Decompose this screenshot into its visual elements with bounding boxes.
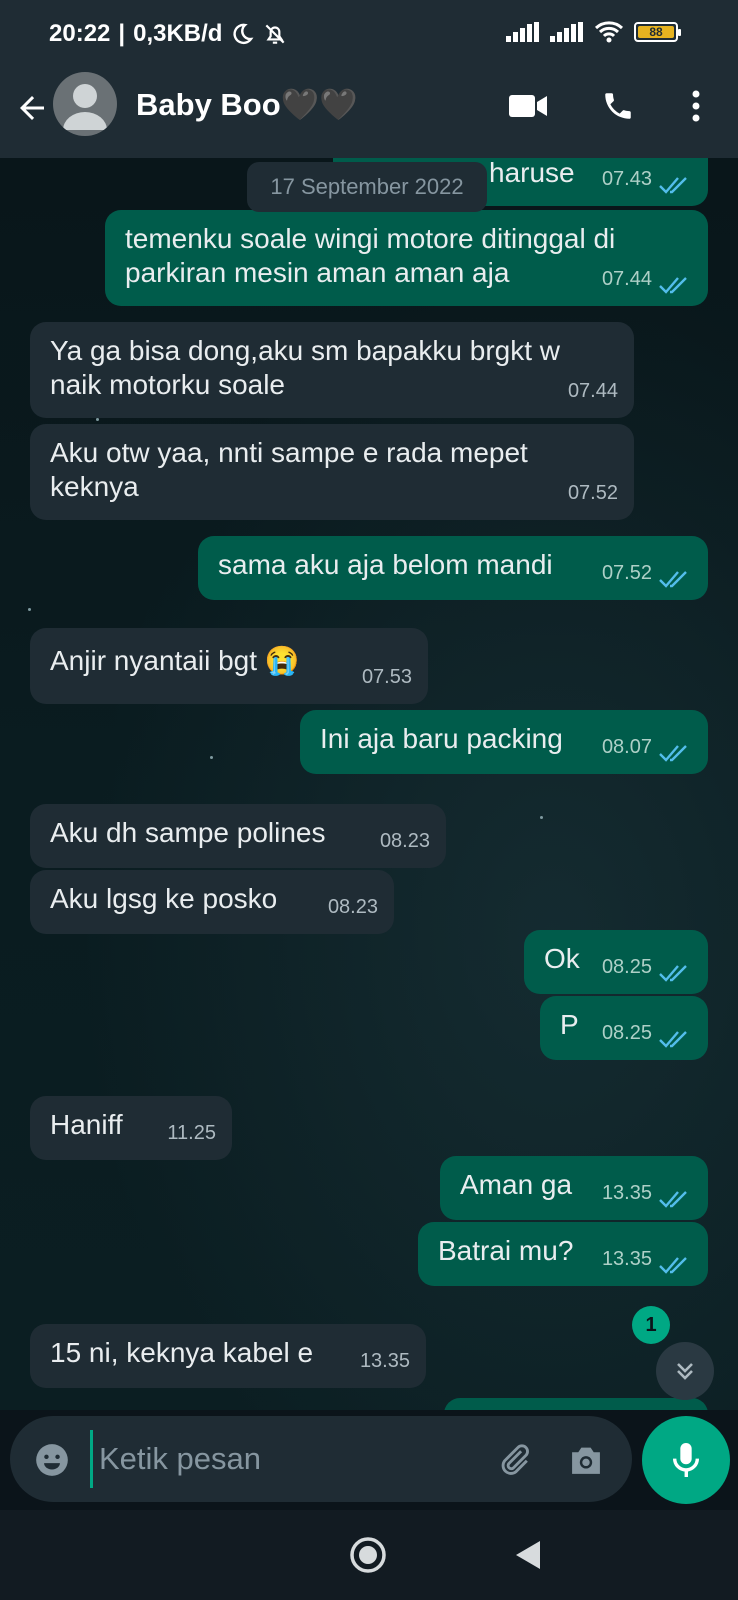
- read-ticks-icon: [659, 277, 687, 294]
- voice-call-icon[interactable]: [598, 86, 638, 126]
- message-time: 13.35: [601, 1182, 652, 1204]
- message-time: 07.43: [601, 168, 652, 190]
- message-text: Anjir nyantaii bgt 😭: [50, 645, 300, 676]
- status-right: 88: [506, 20, 681, 44]
- message-text: Aman ga: [460, 1169, 573, 1200]
- clock: 20:22: [49, 20, 111, 47]
- unread-count-badge: 1: [632, 1306, 670, 1344]
- read-ticks-icon: [659, 1257, 687, 1274]
- bell-off-icon: [266, 24, 285, 44]
- message-time: 13.35: [359, 1350, 410, 1372]
- date-chip: 17 September 2022: [247, 162, 487, 212]
- message-text: haruse: [489, 158, 575, 188]
- composer-bar: [10, 1416, 632, 1502]
- camera-icon[interactable]: [564, 1438, 608, 1482]
- back-button[interactable]: [512, 1538, 544, 1572]
- back-arrow-icon[interactable]: [14, 90, 50, 126]
- message-bubble-incoming[interactable]: Ya ga bisa dong,aku sm bapakku brgkt w n…: [30, 322, 634, 418]
- attach-paperclip-icon[interactable]: [492, 1438, 536, 1482]
- read-ticks-icon: [659, 965, 687, 982]
- message-bubble-incoming[interactable]: Haniff 11.25: [30, 1096, 232, 1160]
- chat-area[interactable]: haruse 07.43 temenku soale wingi motore …: [0, 158, 738, 1410]
- status-separator: |: [118, 20, 126, 47]
- microphone-icon: [672, 1443, 700, 1477]
- message-time: 07.52: [601, 562, 652, 584]
- message-bubble-outgoing-partial: [444, 1398, 708, 1410]
- video-call-icon[interactable]: [508, 86, 548, 126]
- back-triangle-icon: [516, 1541, 540, 1569]
- message-text: Aku otw yaa, nnti sampe e rada mepet kek…: [50, 437, 528, 502]
- message-time: 07.44: [567, 380, 618, 402]
- chat-header: Baby Boo🖤🖤: [0, 68, 738, 158]
- message-bubble-incoming[interactable]: Aku lgsg ke posko 08.23: [30, 870, 394, 934]
- message-time: 08.07: [601, 736, 652, 758]
- read-ticks-icon: [659, 571, 687, 588]
- status-left: 20:22 | 0,3KB/d: [49, 20, 288, 48]
- battery-icon: 88: [634, 22, 681, 42]
- message-time: 13.35: [601, 1248, 652, 1270]
- dnd-moon-icon: [233, 23, 254, 45]
- message-bubble-outgoing[interactable]: Batrai mu? 13.35: [418, 1222, 708, 1286]
- message-text: Ya ga bisa dong,aku sm bapakku brgkt w n…: [50, 335, 561, 400]
- message-bubble-incoming[interactable]: Aku otw yaa, nnti sampe e rada mepet kek…: [30, 424, 634, 520]
- message-bubble-outgoing[interactable]: Ok 08.25: [524, 930, 708, 994]
- message-time: 08.23: [379, 830, 430, 852]
- message-bubble-incoming[interactable]: Aku dh sampe polines 08.23: [30, 804, 446, 868]
- message-text: 15 ni, keknya kabel e: [50, 1337, 314, 1368]
- message-time: 07.53: [361, 666, 412, 688]
- message-bubble-outgoing[interactable]: sama aku aja belom mandi 07.52: [198, 536, 708, 600]
- message-input[interactable]: [90, 1430, 470, 1488]
- message-time: 07.44: [601, 268, 652, 290]
- home-button[interactable]: [349, 1536, 387, 1574]
- message-text: temenku soale wingi motore ditinggal di …: [125, 223, 616, 288]
- message-bubble-outgoing[interactable]: Ini aja baru packing 08.07: [300, 710, 708, 774]
- read-ticks-icon: [659, 177, 687, 194]
- message-bubble-outgoing[interactable]: P 08.25: [540, 996, 708, 1060]
- avatar[interactable]: [53, 72, 117, 136]
- message-bubble-incoming[interactable]: 15 ni, keknya kabel e 13.35: [30, 1324, 426, 1388]
- status-bar: 20:22 | 0,3KB/d 88: [0, 0, 738, 68]
- battery-level: 88: [638, 26, 674, 38]
- read-ticks-icon: [659, 1031, 687, 1048]
- wifi-icon: [594, 21, 624, 43]
- signal-icon: [506, 22, 539, 42]
- double-chevron-down-icon: [677, 1363, 693, 1380]
- message-text: Aku dh sampe polines: [50, 817, 326, 848]
- message-bubble-outgoing[interactable]: temenku soale wingi motore ditinggal di …: [105, 210, 708, 306]
- more-options-icon[interactable]: [676, 86, 716, 126]
- data-rate: 0,3KB/d: [133, 20, 223, 47]
- emoji-icon[interactable]: [30, 1438, 74, 1482]
- system-nav-bar: [0, 1510, 738, 1600]
- signal-icon-2: [550, 22, 583, 42]
- message-bubble-outgoing[interactable]: Aman ga 13.35: [440, 1156, 708, 1220]
- message-time: 08.25: [601, 956, 652, 978]
- read-ticks-icon: [659, 1191, 687, 1208]
- home-circle-icon: [350, 1537, 386, 1573]
- message-time: 11.25: [167, 1122, 216, 1144]
- contact-name[interactable]: Baby Boo🖤🖤: [136, 86, 358, 123]
- message-time: 08.25: [601, 1022, 652, 1044]
- message-bubble-incoming[interactable]: Anjir nyantaii bgt 😭 07.53: [30, 628, 428, 704]
- voice-record-button[interactable]: [642, 1416, 730, 1504]
- message-time: 08.23: [327, 896, 378, 918]
- message-time: 07.52: [567, 482, 618, 504]
- scroll-down-button[interactable]: [656, 1342, 714, 1400]
- message-text: Aku lgsg ke posko: [50, 883, 278, 914]
- read-ticks-icon: [659, 745, 687, 762]
